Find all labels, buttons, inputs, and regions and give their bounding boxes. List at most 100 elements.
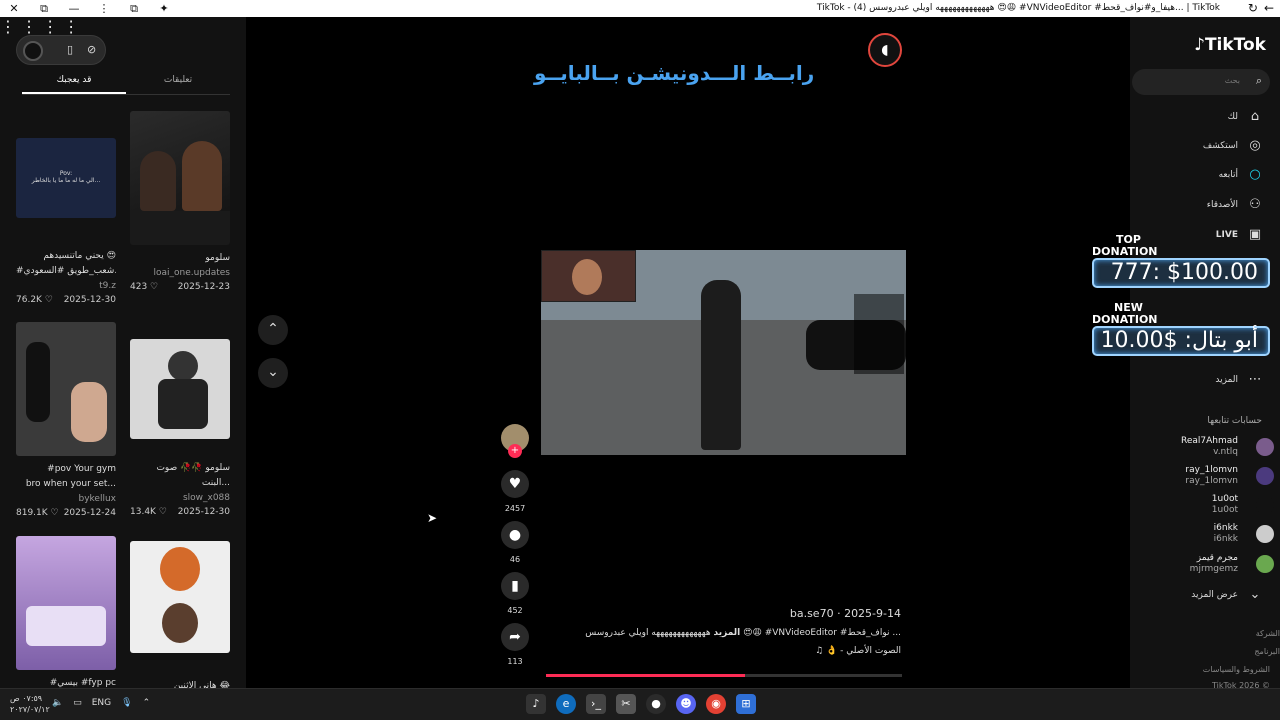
tiktok-note-icon: ♪ bbox=[1194, 35, 1205, 55]
mouse-cursor: ➤ bbox=[427, 511, 438, 525]
browser-menu-button[interactable]: ⋮ bbox=[96, 2, 112, 15]
video-card[interactable]: سلومو loai_one.updates 423 ♡ 2025-12-23 bbox=[130, 111, 230, 294]
tab-you-may-like[interactable]: قد يعجبك bbox=[22, 75, 126, 94]
video-caption-2: bro when your set... bbox=[25, 479, 116, 489]
github-app-icon[interactable]: ● bbox=[646, 694, 666, 714]
video-thumbnail[interactable] bbox=[16, 536, 116, 670]
card-more-icon[interactable]: ⋮ bbox=[21, 17, 37, 36]
video-player[interactable] bbox=[541, 250, 906, 455]
windows-start-icon[interactable]: ⊞ bbox=[736, 694, 756, 714]
video-author[interactable]: slow_x088 bbox=[130, 491, 230, 505]
restore-window-button[interactable]: ⧉ bbox=[36, 2, 52, 15]
sound-label[interactable]: ♫ 👌 - الصوت الأصلي bbox=[551, 646, 901, 656]
following-account[interactable]: Real7Ahmad v.ntlq bbox=[1130, 435, 1280, 463]
copilot-icon[interactable]: ✦ bbox=[156, 2, 172, 15]
capcut-app-icon[interactable]: ✂ bbox=[616, 694, 636, 714]
follow-plus-icon[interactable]: + bbox=[508, 444, 522, 458]
sound-toggle-button[interactable]: ◖ bbox=[868, 33, 902, 67]
following-account[interactable]: 1u0ot 1u0ot bbox=[1130, 493, 1280, 521]
previous-video-button[interactable]: ⌃ bbox=[258, 315, 288, 345]
display-icon[interactable]: ▭ bbox=[73, 698, 82, 708]
video-caption: سلومو bbox=[205, 253, 230, 263]
heart-icon[interactable]: ♥ bbox=[501, 470, 529, 498]
next-video-button[interactable]: ⌄ bbox=[258, 358, 288, 388]
back-button[interactable]: ← bbox=[1264, 1, 1274, 15]
nav-for-you[interactable]: لك ⌂ bbox=[1228, 109, 1264, 124]
video-thumbnail[interactable] bbox=[130, 339, 230, 439]
autoplay-toggle[interactable]: ▯ ⊘ bbox=[16, 35, 106, 65]
avatar[interactable]: + bbox=[501, 424, 529, 458]
toggle-knob bbox=[23, 41, 43, 61]
top-donation-widget: TOP DONATION 777: $100.00 bbox=[1092, 234, 1275, 288]
video-card[interactable]: #بيسي #fyp pc bbox=[16, 536, 116, 688]
video-caption: #pov Your gym bbox=[47, 464, 116, 474]
video-card[interactable]: Pov: الي ما له ما ما يا بالخاطر... يحني … bbox=[16, 138, 116, 307]
account-name: مجرم قيمز bbox=[1196, 553, 1238, 563]
video-thumbnail[interactable] bbox=[16, 322, 116, 456]
clock[interactable]: ٠٧:٥٩ ص ٢٠٢٧/٠٧/١٢ bbox=[10, 693, 50, 715]
search-input[interactable]: بحث ⌕ bbox=[1132, 69, 1270, 95]
comment-icon[interactable]: ● bbox=[501, 521, 529, 549]
video-author[interactable]: loai_one.updates bbox=[130, 266, 230, 280]
video-info: ba.se70 · 2025-9-14 المزيد ههههههههههههه… bbox=[551, 607, 901, 656]
close-window-button[interactable]: ✕ bbox=[6, 2, 22, 15]
footer-company-link[interactable]: الشركة bbox=[1256, 629, 1280, 638]
phone-icon[interactable]: ▯ bbox=[67, 43, 73, 56]
refresh-button[interactable]: ↻ bbox=[1248, 1, 1258, 15]
chevron-up-icon[interactable]: ⌃ bbox=[143, 698, 151, 708]
like-action[interactable]: ♥ 2457 bbox=[500, 470, 530, 513]
card-more-icon[interactable]: ⋮ bbox=[42, 17, 58, 36]
language-indicator[interactable]: ENG bbox=[92, 698, 111, 708]
save-action[interactable]: ▮ 452 bbox=[500, 572, 530, 615]
account-handle: i6nkk bbox=[1213, 534, 1238, 544]
video-caption: يحني ماتنسيدهم 😍 bbox=[43, 251, 116, 261]
discord-app-icon[interactable]: ☻ bbox=[676, 694, 696, 714]
extensions-icon[interactable]: ⧉ bbox=[126, 2, 142, 15]
terminal-app-icon[interactable]: ›_ bbox=[586, 694, 606, 714]
nav-friends[interactable]: الأصدقاء ⚇ bbox=[1207, 197, 1264, 212]
like-count: 13.4K ♡ bbox=[130, 507, 167, 517]
following-account[interactable]: مجرم قيمز mjrmgemz bbox=[1130, 552, 1280, 580]
like-count: 423 ♡ bbox=[130, 282, 159, 292]
share-icon[interactable]: ➦ bbox=[501, 623, 529, 651]
footer-terms-link[interactable]: الشروط والسياسات bbox=[1203, 665, 1270, 674]
creator-avatar[interactable]: + bbox=[500, 424, 530, 458]
comment-action[interactable]: ● 46 bbox=[500, 521, 530, 564]
edge-app-icon[interactable]: e bbox=[556, 694, 576, 714]
account-handle: ray_1lomvn bbox=[1185, 476, 1238, 486]
share-action[interactable]: ➦ 113 bbox=[500, 623, 530, 666]
author-date[interactable]: ba.se70 · 2025-9-14 bbox=[551, 607, 901, 620]
following-account[interactable]: ray_1lomvn ray_1lomvn bbox=[1130, 464, 1280, 492]
card-more-icon[interactable]: ⋮ bbox=[63, 17, 79, 36]
tiktok-logo[interactable]: ♪TikTok bbox=[1194, 35, 1266, 55]
video-author[interactable]: bykellux bbox=[16, 492, 117, 506]
compass-icon[interactable]: ⊘ bbox=[87, 43, 96, 56]
tiktok-app-icon[interactable]: ♪ bbox=[526, 694, 546, 714]
card-more-icon[interactable]: ⋮ bbox=[0, 17, 16, 36]
video-author[interactable]: t9.z bbox=[16, 279, 116, 293]
video-thumbnail[interactable] bbox=[130, 111, 230, 245]
video-card[interactable]: #pov Your gym bro when your set... bykel… bbox=[16, 322, 116, 520]
video-thumbnail[interactable]: Pov: الي ما له ما ما يا بالخاطر... bbox=[16, 138, 116, 218]
nav-following[interactable]: أتابعه ○ bbox=[1219, 167, 1264, 182]
video-card[interactable]: هاني الاثنين 😂 bbox=[130, 541, 230, 688]
volume-icon[interactable]: 🔈 bbox=[52, 698, 63, 708]
video-thumbnail[interactable] bbox=[130, 541, 230, 653]
bookmark-icon[interactable]: ▮ bbox=[501, 572, 529, 600]
footer-program-link[interactable]: البرنامج bbox=[1254, 647, 1280, 656]
chrome-app-icon[interactable]: ◉ bbox=[706, 694, 726, 714]
account-name: i6nkk bbox=[1213, 523, 1238, 533]
video-card[interactable]: سلومو 🥀🥀 صوت البنت... slow_x088 13.4K ♡ … bbox=[130, 339, 230, 519]
nav-explore[interactable]: استكشف ◎ bbox=[1203, 138, 1264, 153]
character-figure bbox=[701, 280, 741, 450]
see-more-button[interactable]: عرض المزيد ⌄ bbox=[1191, 587, 1264, 602]
microphone-icon[interactable]: 🎙 bbox=[121, 698, 132, 708]
search-icon[interactable]: ⌕ bbox=[1256, 74, 1262, 88]
following-account[interactable]: i6nkk i6nkk bbox=[1130, 522, 1280, 550]
nav-more[interactable]: المزيد ⋯ bbox=[1215, 372, 1264, 387]
tab-comments[interactable]: تعليقات bbox=[126, 75, 230, 94]
page-title: TikTok - (4) هههههههههههههه اويلي عبدروس… bbox=[816, 3, 1220, 13]
minimize-window-button[interactable]: — bbox=[66, 2, 82, 15]
more-link[interactable]: المزيد bbox=[714, 628, 741, 638]
video-progress-bar[interactable] bbox=[546, 674, 902, 677]
